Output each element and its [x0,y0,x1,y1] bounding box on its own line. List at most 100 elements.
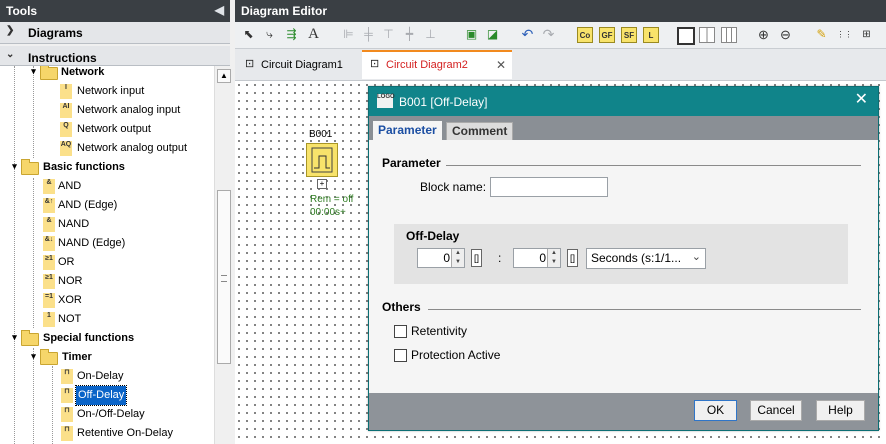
layout-l-button[interactable]: L [643,27,659,43]
align-top-icon[interactable]: ⊤ [380,26,397,43]
connect-tool-icon[interactable]: ⤷ [261,26,278,43]
tab-label: Circuit Diagram1 [261,59,343,71]
expand-block-icon[interactable]: + [317,179,327,189]
tree-item-and[interactable]: & AND [0,177,214,196]
bring-front-icon[interactable]: ▣ [463,26,480,43]
off-delay-symbol-icon [305,147,333,173]
block-name-label: Block name: [420,180,487,194]
ok-button[interactable]: OK [694,400,737,421]
block-tool-icon[interactable]: ⇶ [283,26,300,43]
constant-co-button[interactable]: Co [577,27,593,43]
instructions-section[interactable]: ⌄ Instructions [0,46,230,66]
tree-item-label: OR [58,256,75,268]
protection-active-label: Protection Active [411,348,501,362]
off-delay-value2-stepper[interactable]: 0 ▲ ▼ [513,248,561,268]
align-bottom-icon[interactable]: ⊥ [422,26,439,43]
dialog-title: B001 [Off-Delay] [399,95,488,109]
retentive-on-delay-icon: ⊓ [61,426,73,441]
network-output-icon: Q [60,122,72,137]
block-time-status: 00:00s+ [310,207,346,218]
network-analog-output-icon: AQ [60,141,72,156]
collapse-toggle-icon[interactable]: ▾ [10,333,19,342]
cancel-button[interactable]: Cancel [750,400,802,421]
scroll-up-icon[interactable]: ▲ [217,69,231,83]
zoom-in-icon[interactable]: ⊕ [755,26,772,43]
tree-item-retentive-on-delay[interactable]: ⊓ Retentive On-Delay [0,424,214,443]
tree-item-network[interactable]: ▾ Network [0,66,214,82]
align-left-icon[interactable]: ⊫ [340,26,357,43]
tab-parameter[interactable]: Parameter [373,121,442,140]
undo-icon[interactable]: ↶ [519,26,536,43]
tree-item-xor[interactable]: =1 XOR [0,291,214,310]
retentivity-label: Retentivity [411,324,468,338]
off-delay-value1-stepper[interactable]: 0 ▲ ▼ [417,248,465,268]
not-icon: 1 [43,312,55,327]
collapse-panel-icon[interactable]: ◀ [215,3,224,17]
split-view-button[interactable] [699,27,715,43]
instruction-tree: ▾ Network I Network input AI Network ana… [0,66,215,444]
stepper-arrows-icon[interactable]: ▲ ▼ [547,249,560,267]
nor-icon: ≥1 [43,274,55,289]
tree-item-or[interactable]: ≥1 OR [0,253,214,272]
tree-item-label: XOR [58,294,82,306]
close-dialog-icon[interactable]: ✕ [855,92,868,108]
align-center-icon[interactable]: ╪ [360,26,377,43]
send-back-icon[interactable]: ◪ [484,26,501,43]
block-retentivity-status: Rem = off [310,194,354,205]
tree-item-special-functions[interactable]: ▾ Special functions [0,329,214,348]
on-delay-icon: ⊓ [61,369,73,384]
tree-item-nor[interactable]: ≥1 NOR [0,272,214,291]
tree-item-basic-functions[interactable]: ▾ Basic functions [0,158,214,177]
select-tool-icon[interactable]: ⬉ [240,26,257,43]
triple-view-button[interactable] [721,27,737,43]
numbering-icon[interactable]: ⋮⋮ [836,26,853,43]
chevron-down-icon: ⌄ [6,49,15,60]
text-tool-icon[interactable]: A [305,26,322,43]
tree-item-label: AND (Edge) [58,199,118,211]
tree-item-network-output[interactable]: Q Network output [0,120,214,139]
block-name-input[interactable] [490,177,608,197]
collapse-toggle-icon[interactable]: ▾ [29,67,38,76]
single-view-button[interactable] [677,27,695,45]
dialog-title-bar: LOGO B001 [Off-Delay] ✕ [369,87,878,116]
align-middle-icon[interactable]: ┿ [401,26,418,43]
nand-edge-icon: &↓ [43,236,55,251]
basic-function-gf-button[interactable]: GF [599,27,615,43]
scrollbar-thumb[interactable] [217,190,231,364]
tree-item-not[interactable]: 1 NOT [0,310,214,329]
diagrams-section[interactable]: ❯ Diagrams [0,22,230,44]
tree-item-network-analog-output[interactable]: AQ Network analog output [0,139,214,158]
zoom-out-icon[interactable]: ⊖ [777,26,794,43]
tab-circuit-diagram1[interactable]: ⊡ Circuit Diagram1 [237,52,381,79]
tree-item-network-input[interactable]: I Network input [0,82,214,101]
parameter-reference-icon[interactable]: [] [471,249,482,267]
tree-item-nand-edge[interactable]: &↓ NAND (Edge) [0,234,214,253]
help-button[interactable]: Help [816,400,865,421]
grid-settings-icon[interactable]: ⊞ [858,26,875,43]
tree-scrollbar[interactable]: ▲ [214,66,231,444]
folder-icon [40,349,58,365]
tree-item-on-off-delay[interactable]: ⊓ On-/Off-Delay [0,405,214,424]
off-delay-block[interactable] [305,143,338,177]
time-unit-select[interactable]: Seconds (s:1/1... ⌄ [586,248,706,269]
tree-item-off-delay[interactable]: ⊓ Off-Delay [0,385,214,406]
redo-icon[interactable]: ↷ [540,26,557,43]
tree-item-network-analog-input[interactable]: AI Network analog input [0,101,214,120]
tree-item-on-delay[interactable]: ⊓ On-Delay [0,367,214,386]
parameter-reference-icon[interactable]: [] [567,249,578,267]
and-icon: & [43,179,55,194]
stepper-arrows-icon[interactable]: ▲ ▼ [451,249,464,267]
tree-item-and-edge[interactable]: &↑ AND (Edge) [0,196,214,215]
tab-circuit-diagram2[interactable]: ⊡ Circuit Diagram2 ✕ [362,50,512,79]
tree-item-timer[interactable]: ▾ Timer [0,348,214,367]
network-input-icon: I [60,84,72,99]
collapse-toggle-icon[interactable]: ▾ [29,352,38,361]
highlight-pen-icon[interactable]: ✎ [813,26,830,43]
special-function-sf-button[interactable]: SF [621,27,637,43]
tab-comment[interactable]: Comment [446,122,514,140]
protection-active-checkbox[interactable] [394,349,407,362]
close-tab-icon[interactable]: ✕ [496,52,506,79]
collapse-toggle-icon[interactable]: ▾ [10,162,19,171]
tree-item-nand[interactable]: & NAND [0,215,214,234]
retentivity-checkbox[interactable] [394,325,407,338]
